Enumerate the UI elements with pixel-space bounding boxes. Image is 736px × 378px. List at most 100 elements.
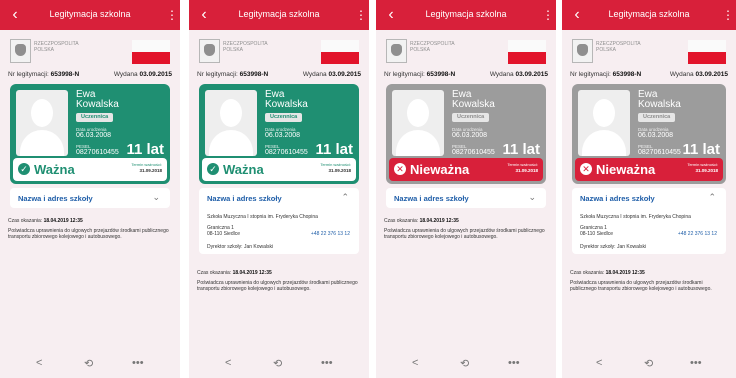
birth-date-value: 06.03.2008 — [265, 132, 301, 139]
history-icon[interactable]: ⟲ — [644, 357, 653, 370]
entitlement-note: Poświadcza uprawnienia do ulgowych przej… — [8, 228, 169, 240]
chevron-down-icon[interactable]: ⌄ — [152, 192, 160, 203]
school-director: Dyrektor szkoły: Jan Kowalski — [580, 244, 647, 250]
school-phone-link[interactable]: +48 22 376 13 12 — [678, 231, 717, 237]
school-section[interactable]: Nazwa i adres szkoły ⌄ — [386, 188, 546, 208]
share-icon[interactable]: < — [36, 357, 42, 369]
issue-date: Wydana 03.09.2015 — [670, 71, 728, 78]
status-text: Nieważna — [410, 162, 470, 177]
phone-screen-1: ‹ Legitymacja szkolna ⋮ RZECZPOSPOLITA P… — [0, 0, 180, 378]
status-text: Nieważna — [596, 162, 656, 177]
student-id-card: Ewa Kowalska Uczennica Data urodzenia 06… — [199, 84, 359, 184]
app-bar: ‹ Legitymacja szkolna ⋮ — [189, 0, 369, 30]
history-icon[interactable]: ⟲ — [273, 357, 282, 370]
entitlement-note: Poświadcza uprawnienia do ulgowych przej… — [570, 280, 712, 292]
validity-status: ✓ Ważna Termin ważności: 31.09.2018 — [202, 158, 356, 181]
school-city: 08-110 Siedlce — [207, 231, 240, 237]
term-label: Termin ważności: — [687, 162, 718, 167]
age-value: 11 lat — [502, 141, 540, 158]
polish-flag-icon — [688, 40, 726, 64]
more-vertical-icon[interactable]: ⋮ — [722, 6, 734, 24]
issue-date-value: 03.09.2015 — [695, 71, 728, 78]
validity-status: ✓ Ważna Termin ważności: 31.09.2018 — [13, 158, 167, 181]
history-icon[interactable]: ⟲ — [460, 357, 469, 370]
more-horizontal-icon[interactable]: ••• — [508, 357, 520, 369]
school-phone-link[interactable]: +48 22 376 13 12 — [311, 231, 350, 237]
country-line2: POLSKA — [223, 47, 244, 53]
pesel-value: 08270610455 — [265, 149, 308, 156]
school-director: Dyrektor szkoły: Jan Kowalski — [207, 244, 274, 250]
portrait-avatar — [578, 90, 630, 156]
presentation-time-label: Czas okazania: — [8, 218, 43, 224]
validity-status: ✕ Nieważna Termin ważności: 31.09.2018 — [389, 158, 543, 181]
more-vertical-icon[interactable]: ⋮ — [355, 6, 367, 24]
presentation-time-value: 18.04.2019 12:35 — [419, 218, 459, 224]
age-value: 11 lat — [315, 141, 353, 158]
bottom-navigation: < ⟲ ••• — [562, 350, 736, 378]
issue-date: Wydana 03.09.2015 — [490, 71, 548, 78]
id-meta: Nr legitymacji: 653998-N Wydana 03.09.20… — [570, 71, 728, 81]
check-circle-icon: ✓ — [207, 163, 219, 175]
more-horizontal-icon[interactable]: ••• — [321, 357, 333, 369]
share-icon[interactable]: < — [412, 357, 418, 369]
presentation-time-label: Czas okazania: — [384, 218, 419, 224]
id-number-value: 653998-N — [239, 71, 269, 78]
id-number: Nr legitymacji: 653998-N — [197, 71, 268, 78]
country-name: RZECZPOSPOLITA POLSKA — [223, 41, 293, 53]
last-name: Kowalska — [76, 99, 119, 110]
eagle-emblem-icon — [10, 39, 31, 63]
presentation-time-label: Czas okazania: — [570, 270, 605, 276]
id-number: Nr legitymacji: 653998-N — [570, 71, 641, 78]
student-id-card: Ewa Kowalska Uczennica Data urodzenia 06… — [10, 84, 170, 184]
app-title: Legitymacja szkolna — [238, 9, 320, 19]
term-value: 31.09.2018 — [695, 168, 718, 173]
presentation-info: Czas okazania: 18.04.2019 12:35 Poświadc… — [384, 218, 548, 240]
more-vertical-icon[interactable]: ⋮ — [542, 6, 554, 24]
country-name: RZECZPOSPOLITA POLSKA — [596, 41, 666, 53]
app-bar: ‹ Legitymacja szkolna ⋮ — [376, 0, 556, 30]
status-text: Ważna — [223, 162, 264, 177]
validity-status: ✕ Nieważna Termin ważności: 31.09.2018 — [575, 158, 723, 181]
more-horizontal-icon[interactable]: ••• — [132, 357, 144, 369]
school-name: Szkoła Muzyczna I stopnia im. Fryderyka … — [207, 214, 318, 220]
share-icon[interactable]: < — [596, 357, 602, 369]
app-title: Legitymacja szkolna — [608, 9, 690, 19]
id-number: Nr legitymacji: 653998-N — [8, 71, 79, 78]
cross-circle-icon: ✕ — [394, 163, 406, 175]
status-text: Ważna — [34, 162, 75, 177]
issue-date: Wydana 03.09.2015 — [303, 71, 361, 78]
history-icon[interactable]: ⟲ — [84, 357, 93, 370]
presentation-time: Czas okazania: 18.04.2019 12:35 — [197, 270, 361, 276]
school-section[interactable]: Nazwa i adres szkoły ⌃ Szkoła Muzyczna I… — [572, 188, 726, 254]
school-city: 08-110 Siedlce — [580, 231, 613, 237]
birth-date-value: 06.03.2008 — [638, 132, 674, 139]
issue-date-label: Wydana — [113, 71, 138, 78]
presentation-time: Czas okazania: 18.04.2019 12:35 — [570, 270, 728, 276]
more-vertical-icon[interactable]: ⋮ — [166, 6, 178, 24]
more-horizontal-icon[interactable]: ••• — [690, 357, 702, 369]
chevron-down-icon[interactable]: ⌄ — [528, 192, 536, 203]
entitlement-note: Poświadcza uprawnienia do ulgowych przej… — [197, 280, 358, 292]
chevron-up-icon[interactable]: ⌃ — [708, 192, 716, 203]
term-label: Termin ważności: — [131, 162, 162, 167]
issue-date-value: 03.09.2015 — [515, 71, 548, 78]
school-section-title: Nazwa i adres szkoły — [207, 194, 282, 203]
school-section[interactable]: Nazwa i adres szkoły ⌃ Szkoła Muzyczna I… — [199, 188, 359, 254]
pesel-value: 08270610455 — [76, 149, 119, 156]
pesel-value: 08270610455 — [452, 149, 495, 156]
term-value: 31.09.2018 — [328, 168, 351, 173]
bottom-navigation: < ⟲ ••• — [189, 350, 369, 378]
issue-date: Wydana 03.09.2015 — [114, 71, 172, 78]
eagle-emblem-icon — [572, 39, 593, 63]
role-badge: Uczennica — [452, 113, 490, 122]
chevron-up-icon[interactable]: ⌃ — [341, 192, 349, 203]
role-badge: Uczennica — [265, 113, 303, 122]
last-name: Kowalska — [638, 99, 681, 110]
country-line2: POLSKA — [34, 47, 55, 53]
share-icon[interactable]: < — [225, 357, 231, 369]
portrait-avatar — [205, 90, 257, 156]
portrait-avatar — [392, 90, 444, 156]
school-section[interactable]: Nazwa i adres szkoły ⌄ — [10, 188, 170, 208]
app-title: Legitymacja szkolna — [49, 9, 131, 19]
polish-flag-icon — [132, 40, 170, 64]
